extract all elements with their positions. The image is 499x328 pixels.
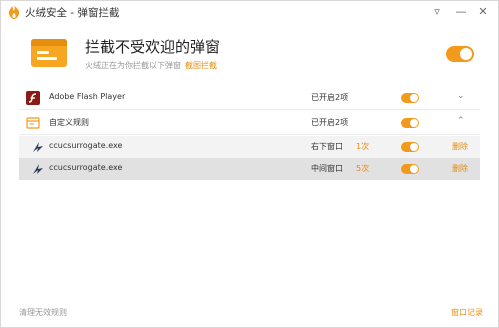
window-log-link[interactable]: 窗口记录 bbox=[451, 307, 483, 318]
master-toggle[interactable] bbox=[446, 46, 474, 62]
chevron-up-icon[interactable]: ⌃ bbox=[457, 116, 465, 126]
custom-rule-item[interactable]: ccucsurrogate.exe 中间窗口 5次 删除 bbox=[19, 158, 480, 180]
flash-icon bbox=[26, 91, 40, 105]
app-icon bbox=[33, 164, 43, 174]
item-toggle[interactable] bbox=[401, 142, 419, 152]
rule-toggle[interactable] bbox=[401, 118, 419, 128]
window-title: 火绒安全 - 弹窗拦截 bbox=[25, 7, 120, 19]
item-name: ccucsurrogate.exe bbox=[49, 163, 123, 172]
header: 拦截不受欢迎的弹窗 火绒正在为你拦截以下弹窗 截图拦截 bbox=[1, 23, 498, 85]
popup-window-icon bbox=[31, 39, 67, 67]
delete-button[interactable]: 删除 bbox=[452, 141, 468, 152]
item-position: 右下窗口 bbox=[311, 142, 343, 151]
rule-name: 自定义规则 bbox=[49, 118, 89, 127]
item-toggle[interactable] bbox=[401, 164, 419, 174]
title-bar: 火绒安全 - 弹窗拦截 ▿ — ✕ bbox=[1, 1, 498, 23]
minimize-button[interactable]: — bbox=[453, 4, 469, 20]
rule-toggle[interactable] bbox=[401, 93, 419, 103]
item-name: ccucsurrogate.exe bbox=[49, 141, 123, 150]
item-count: 1次 bbox=[356, 142, 370, 151]
delete-button[interactable]: 删除 bbox=[452, 163, 468, 174]
huorong-logo-icon bbox=[8, 5, 20, 19]
custom-rule-item[interactable]: ccucsurrogate.exe 右下窗口 1次 删除 bbox=[19, 136, 480, 158]
screenshot-block-link[interactable]: 截图拦截 bbox=[185, 60, 217, 71]
app-icon bbox=[33, 142, 43, 152]
rule-row-flash[interactable]: Adobe Flash Player 已开启2项 ⌄ bbox=[19, 87, 480, 110]
clear-invalid-rules-link[interactable]: 清理无效规则 bbox=[19, 307, 67, 318]
page-title: 拦截不受欢迎的弹窗 bbox=[85, 38, 221, 56]
item-count: 5次 bbox=[356, 164, 370, 173]
rule-status: 已开启2项 bbox=[311, 93, 349, 102]
menu-chevron-icon[interactable]: ▿ bbox=[429, 4, 445, 20]
rule-name: Adobe Flash Player bbox=[49, 92, 126, 101]
popup-blocker-window: 火绒安全 - 弹窗拦截 ▿ — ✕ 拦截不受欢迎的弹窗 火绒正在为你拦截以下弹窗… bbox=[0, 0, 499, 328]
page-subtitle: 火绒正在为你拦截以下弹窗 bbox=[85, 61, 181, 70]
rule-status: 已开启2项 bbox=[311, 118, 349, 127]
chevron-down-icon[interactable]: ⌄ bbox=[457, 91, 465, 101]
item-position: 中间窗口 bbox=[311, 164, 343, 173]
close-button[interactable]: ✕ bbox=[475, 4, 491, 20]
custom-window-icon bbox=[26, 117, 40, 129]
rule-row-custom[interactable]: 自定义规则 已开启2项 ⌃ bbox=[19, 112, 480, 135]
